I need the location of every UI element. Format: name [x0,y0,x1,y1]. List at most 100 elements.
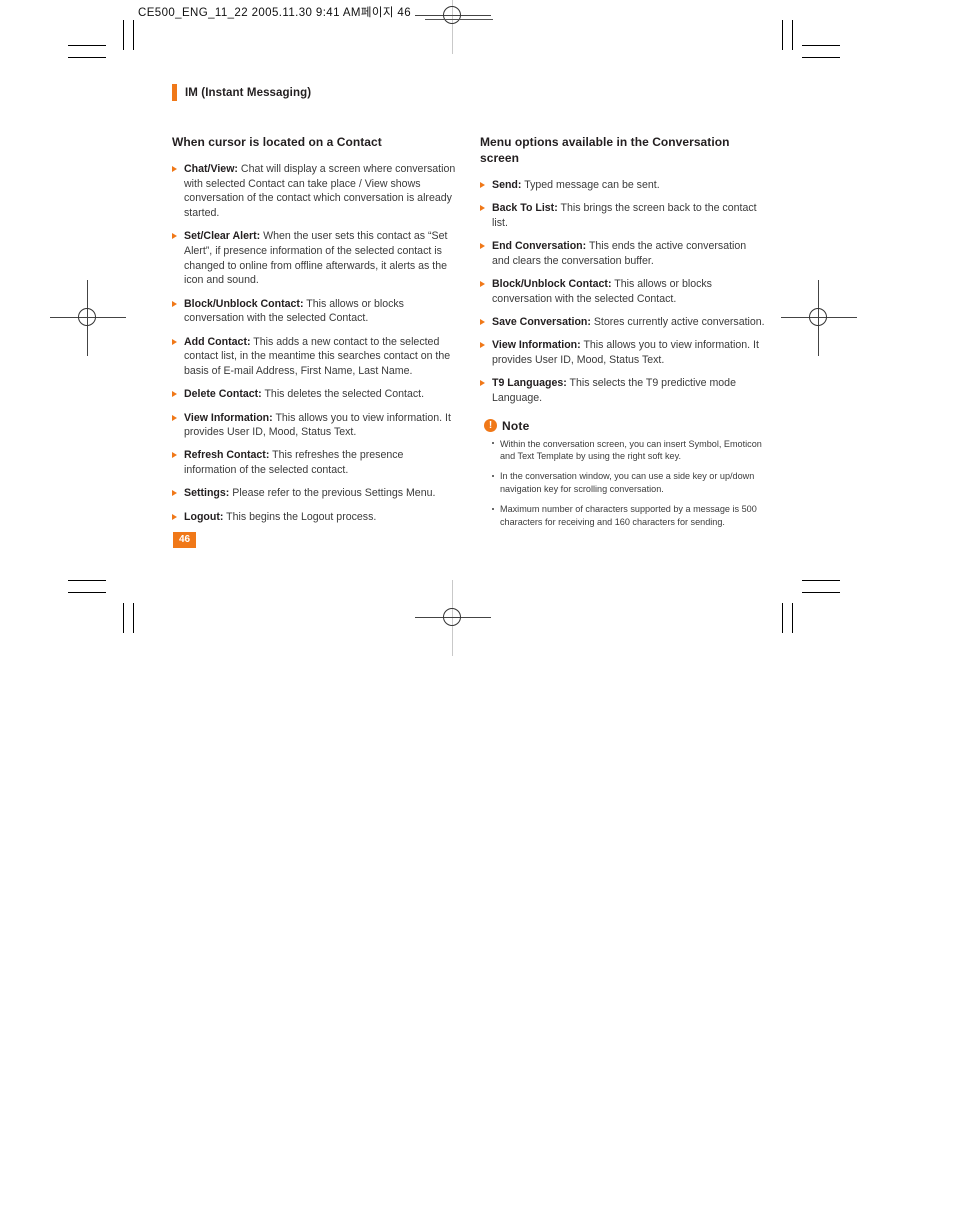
list-item: Refresh Contact: This refreshes the pres… [172,448,457,477]
dot-bullet-icon [492,507,495,510]
crop-mark-horizontal [68,45,106,46]
list-item: T9 Languages: This selects the T9 predic… [480,376,765,405]
triangle-bullet-icon [172,490,177,497]
triangle-bullet-icon [480,205,485,212]
note-item: In the conversation window, you can use … [492,470,765,496]
registration-circle [78,308,96,326]
slug-rule [425,19,493,20]
prepress-slug-line: CE500_ENG_11_22 2005.11.30 9:41 AM페이지 46 [138,7,412,19]
list-item: Delete Contact: This deletes the selecte… [172,387,457,402]
crop-mark-vertical [123,20,124,50]
triangle-bullet-icon [172,233,177,240]
list-item: Chat/View: Chat will display a screen wh… [172,162,457,221]
list-item-description: This deletes the selected Contact. [261,388,425,401]
list-item-label: View Information: [184,411,273,424]
note-item: Within the conversation screen, you can … [492,438,765,464]
crop-mark-horizontal [68,592,106,593]
registration-circle [443,608,461,626]
crop-mark-vertical [792,603,793,633]
list-item-label: Settings: [184,487,230,500]
crop-mark-horizontal [68,580,106,581]
list-item-label: Send: [492,178,522,191]
note-box: ! Note Within the conversation screen, y… [480,419,765,529]
list-item: Add Contact: This adds a new contact to … [172,335,457,379]
triangle-bullet-icon [480,380,485,387]
list-item: Block/Unblock Contact: This allows or bl… [172,297,457,326]
triangle-bullet-icon [172,452,177,459]
note-item-text: Within the conversation screen, you can … [500,438,762,462]
crop-mark-vertical [133,20,134,50]
left-column: When cursor is located on a Contact Chat… [172,135,457,533]
triangle-bullet-icon [172,391,177,398]
crop-mark-horizontal [802,592,840,593]
triangle-bullet-icon [480,181,485,188]
running-head: IM (Instant Messaging) [172,84,311,101]
registration-mark-bottom-center [415,580,491,656]
list-item: View Information: This allows you to vie… [480,338,765,367]
note-title: Note [502,418,530,433]
registration-circle [443,6,461,24]
list-item-description: Typed message can be sent. [521,178,660,191]
note-header: ! Note [484,419,765,433]
list-item-label: Back To List: [492,202,558,215]
list-item-label: Block/Unblock Contact: [184,297,304,310]
triangle-bullet-icon [172,300,177,307]
list-item: View Information: This allows you to vie… [172,411,457,440]
triangle-bullet-icon [172,165,177,172]
list-item-label: Save Conversation: [492,315,591,328]
crop-mark-horizontal [802,45,840,46]
list-item: Block/Unblock Contact: This allows or bl… [480,277,765,306]
exclamation-icon: ! [484,419,497,433]
triangle-bullet-icon [480,342,485,349]
list-item-label: Refresh Contact: [184,449,270,462]
list-item-description: Stores currently active conversation. [590,315,765,328]
list-item: Save Conversation: Stores currently acti… [480,315,765,330]
triangle-bullet-icon [172,414,177,421]
registration-mark-left [50,280,126,356]
left-column-list: Chat/View: Chat will display a screen wh… [172,162,457,524]
right-column-list: Send: Typed message can be sent. Back To … [480,178,765,406]
note-item-text: Maximum number of characters supported b… [500,504,757,528]
list-item: Set/Clear Alert: When the user sets this… [172,229,457,288]
crop-mark-horizontal [802,580,840,581]
list-item: Send: Typed message can be sent. [480,178,765,193]
list-item-label: End Conversation: [492,240,587,253]
accent-bar [172,84,177,101]
triangle-bullet-icon [480,318,485,325]
crop-mark-horizontal [802,57,840,58]
crop-mark-vertical [782,603,783,633]
list-item-label: Add Contact: [184,335,251,348]
list-item-label: Block/Unblock Contact: [492,278,612,290]
running-head-title: IM (Instant Messaging) [185,86,312,99]
list-item-label: Set/Clear Alert: [184,230,261,243]
triangle-bullet-icon [172,338,177,345]
list-item: Logout: This begins the Logout process. [172,510,457,525]
dot-bullet-icon [492,474,495,478]
right-column-title: Menu options available in the Conversati… [480,135,730,165]
list-item-description: Please refer to the previous Settings Me… [229,487,436,500]
list-item-label: T9 Languages: [492,377,567,390]
crop-mark-vertical [123,603,124,633]
page-number-badge: 46 [173,532,197,548]
crop-mark-vertical [792,20,793,50]
left-column-title: When cursor is located on a Contact [172,135,382,149]
registration-mark-right [781,280,857,356]
note-item: Maximum number of characters supported b… [492,503,765,529]
dot-bullet-icon [492,442,495,445]
list-item-description: This begins the Logout process. [223,510,377,523]
right-column: Menu options available in the Conversati… [480,135,765,536]
registration-circle [809,308,827,326]
list-item-label: Delete Contact: [184,388,262,401]
triangle-bullet-icon [480,281,485,287]
list-item: Back To List: This brings the screen bac… [480,201,765,230]
list-item-label: View Information: [492,339,581,352]
note-item-text: In the conversation window, you can use … [500,471,755,495]
triangle-bullet-icon [480,243,485,250]
list-item-label: Logout: [184,510,224,523]
list-item-label: Chat/View: [184,162,238,175]
note-list: Within the conversation screen, you can … [484,438,765,529]
crop-mark-horizontal [68,57,106,58]
crop-mark-vertical [782,20,783,50]
list-item: Settings: Please refer to the previous S… [172,486,457,501]
crop-mark-vertical [133,603,134,633]
